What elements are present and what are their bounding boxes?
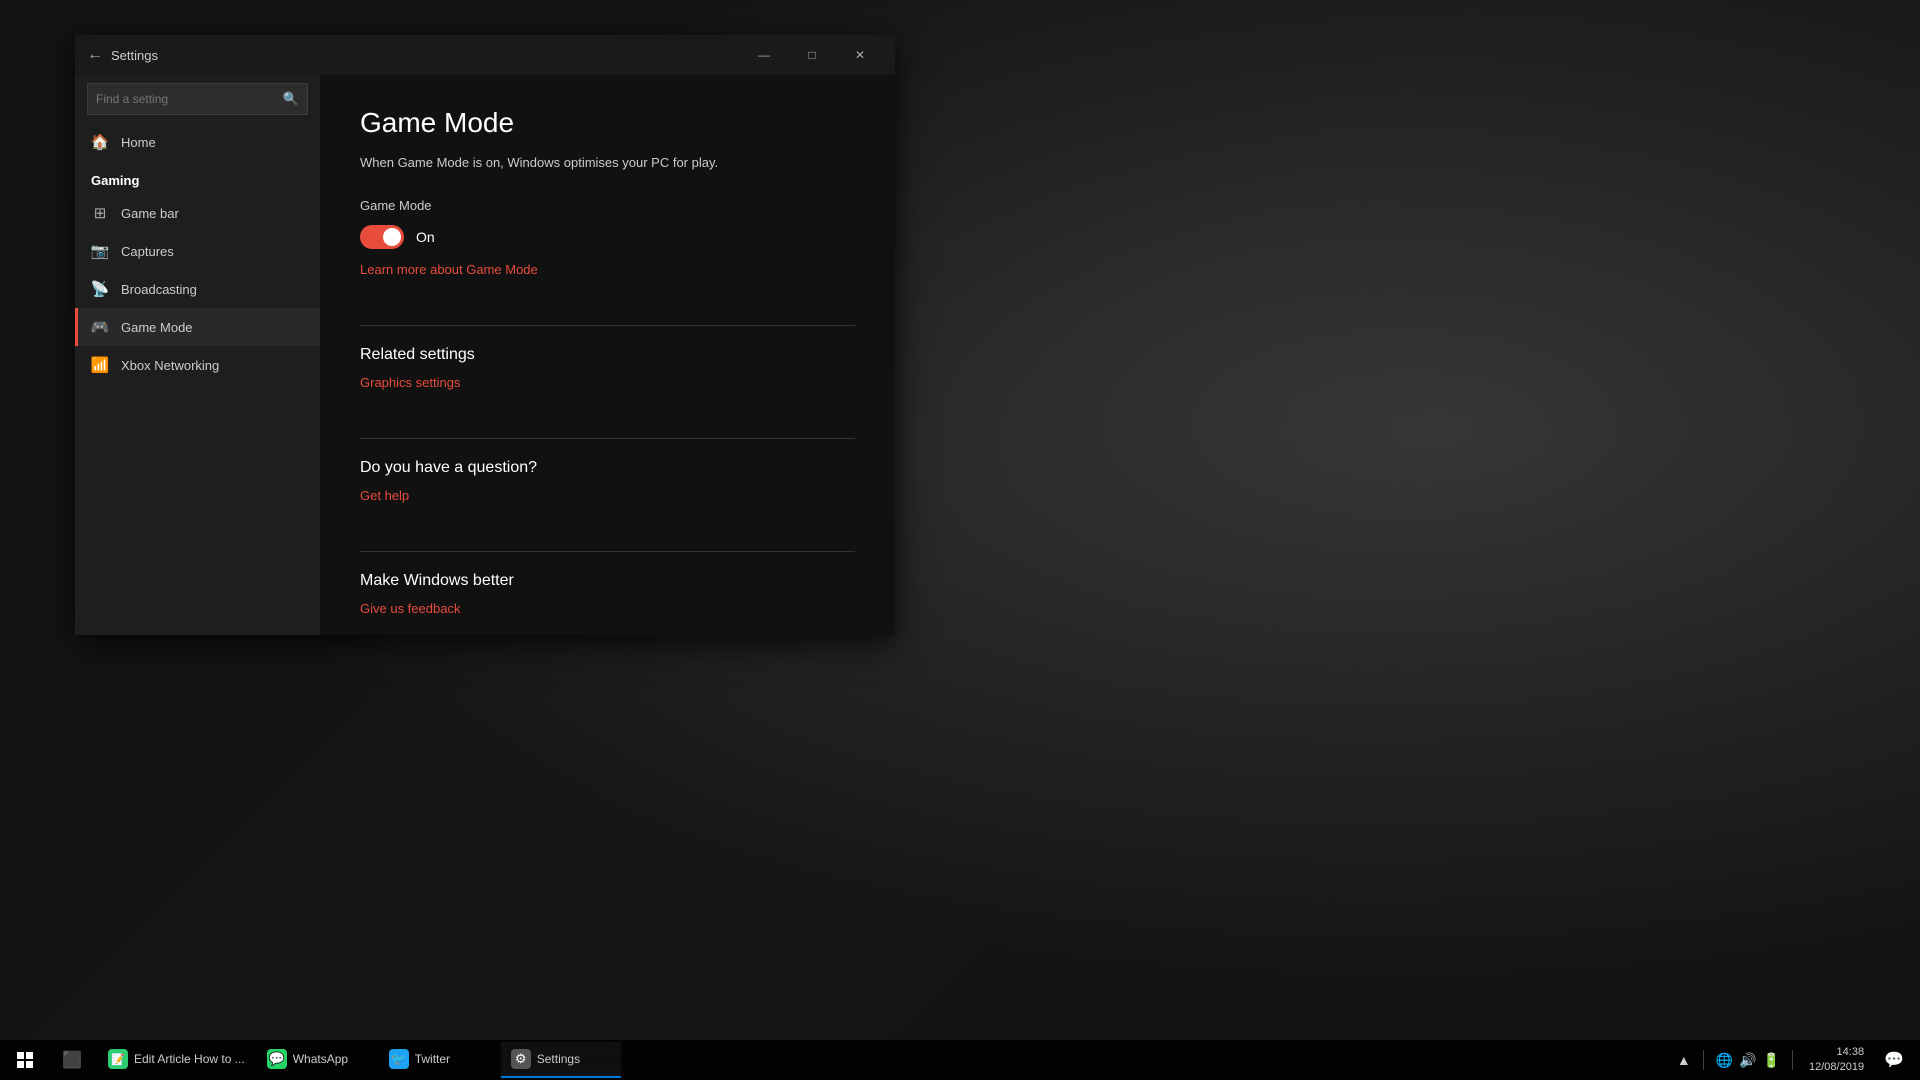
divider-2 (360, 438, 855, 439)
network-icon[interactable]: 🌐 (1716, 1052, 1733, 1069)
game-mode-icon: 🎮 (91, 318, 109, 336)
xbox-networking-icon: 📶 (91, 356, 109, 374)
taskbar-app-label: Twitter (415, 1052, 450, 1066)
home-icon: 🏠 (91, 133, 109, 151)
task-view-button[interactable]: ⬛ (50, 1040, 94, 1080)
learn-more-link[interactable]: Learn more about Game Mode (360, 262, 538, 277)
sidebar: 🔍 🏠 Home Gaming ⊞ Game bar 📷 Captures 📡 (75, 75, 320, 635)
taskbar: ⬛ 📝 Edit Article How to ... 💬 WhatsApp 🐦… (0, 1040, 1920, 1080)
feedback-link[interactable]: Give us feedback (360, 601, 460, 616)
sidebar-item-label: Xbox Networking (121, 358, 219, 373)
twitter-icon: 🐦 (389, 1049, 409, 1069)
search-container: 🔍 (75, 75, 320, 123)
related-settings-heading: Related settings (360, 346, 855, 364)
taskbar-app-label: Edit Article How to ... (134, 1052, 245, 1066)
home-label: Home (121, 135, 156, 150)
clock-divider (1792, 1050, 1793, 1070)
back-button[interactable]: ← (87, 46, 103, 64)
toggle-state-label: On (416, 229, 435, 245)
page-title: Game Mode (360, 107, 855, 139)
sidebar-item-home[interactable]: 🏠 Home (75, 123, 320, 161)
search-box[interactable]: 🔍 (87, 83, 308, 115)
toggle-thumb (383, 228, 401, 246)
graphics-settings-link[interactable]: Graphics settings (360, 375, 460, 390)
get-help-link[interactable]: Get help (360, 488, 409, 503)
settings-window: ← Settings — □ ✕ 🔍 🏠 Home (75, 35, 895, 635)
notification-center-icon[interactable]: 💬 (1876, 1050, 1912, 1070)
clock-display[interactable]: 14:38 12/08/2019 (1801, 1045, 1872, 1076)
divider-1 (360, 325, 855, 326)
search-input[interactable] (96, 92, 277, 106)
windows-logo-icon (17, 1052, 33, 1068)
taskbar-app-label: WhatsApp (293, 1052, 348, 1066)
broadcasting-icon: 📡 (91, 280, 109, 298)
window-controls: — □ ✕ (741, 39, 883, 71)
window-title: Settings (111, 48, 158, 63)
start-button[interactable] (0, 1040, 50, 1080)
window-body: 🔍 🏠 Home Gaming ⊞ Game bar 📷 Captures 📡 (75, 75, 895, 635)
minimize-button[interactable]: — (741, 39, 787, 71)
setting-label: Game Mode (360, 198, 855, 213)
captures-icon: 📷 (91, 242, 109, 260)
sidebar-item-game-mode[interactable]: 🎮 Game Mode (75, 308, 320, 346)
main-content: Game Mode When Game Mode is on, Windows … (320, 75, 895, 635)
game-bar-icon: ⊞ (91, 204, 109, 222)
sidebar-item-captures[interactable]: 📷 Captures (75, 232, 320, 270)
edit-article-icon: 📝 (108, 1049, 128, 1069)
sidebar-item-label: Game Mode (121, 320, 193, 335)
system-tray: ▲ 🌐 🔊 🔋 14:38 12/08/2019 💬 (1673, 1045, 1920, 1076)
sidebar-section-gaming: Gaming (75, 161, 320, 194)
taskbar-app-whatsapp[interactable]: 💬 WhatsApp (257, 1042, 377, 1078)
toggle-row: On (360, 225, 855, 249)
toggle-track (360, 225, 404, 249)
clock-time: 14:38 (1809, 1045, 1864, 1060)
divider-3 (360, 551, 855, 552)
chevron-up-icon[interactable]: ▲ (1677, 1052, 1691, 1068)
game-mode-toggle[interactable] (360, 225, 404, 249)
volume-icon[interactable]: 🔊 (1739, 1052, 1756, 1069)
maximize-button[interactable]: □ (789, 39, 835, 71)
sidebar-item-label: Captures (121, 244, 174, 259)
title-bar: ← Settings — □ ✕ (75, 35, 895, 75)
question-heading: Do you have a question? (360, 459, 855, 477)
taskbar-app-edit-article[interactable]: 📝 Edit Article How to ... (98, 1042, 255, 1078)
notification-icon: ▲ (1673, 1052, 1695, 1068)
taskbar-apps: 📝 Edit Article How to ... 💬 WhatsApp 🐦 T… (94, 1042, 1673, 1078)
whatsapp-icon: 💬 (267, 1049, 287, 1069)
page-description: When Game Mode is on, Windows optimises … (360, 155, 855, 170)
sidebar-item-label: Broadcasting (121, 282, 197, 297)
taskbar-app-settings[interactable]: ⚙ Settings (501, 1042, 621, 1078)
clock-date: 12/08/2019 (1809, 1060, 1864, 1075)
title-bar-left: ← Settings (87, 46, 158, 64)
sidebar-item-label: Game bar (121, 206, 179, 221)
taskbar-app-label: Settings (537, 1052, 580, 1066)
tray-divider (1703, 1050, 1704, 1070)
system-status-icons: 🌐 🔊 🔋 (1712, 1052, 1784, 1069)
sidebar-item-xbox-networking[interactable]: 📶 Xbox Networking (75, 346, 320, 384)
task-view-icon: ⬛ (62, 1050, 82, 1070)
make-better-heading: Make Windows better (360, 572, 855, 590)
sidebar-item-broadcasting[interactable]: 📡 Broadcasting (75, 270, 320, 308)
sidebar-item-game-bar[interactable]: ⊞ Game bar (75, 194, 320, 232)
search-icon: 🔍 (283, 91, 299, 107)
close-button[interactable]: ✕ (837, 39, 883, 71)
battery-icon[interactable]: 🔋 (1763, 1052, 1780, 1069)
settings-taskbar-icon: ⚙ (511, 1049, 531, 1069)
taskbar-app-twitter[interactable]: 🐦 Twitter (379, 1042, 499, 1078)
